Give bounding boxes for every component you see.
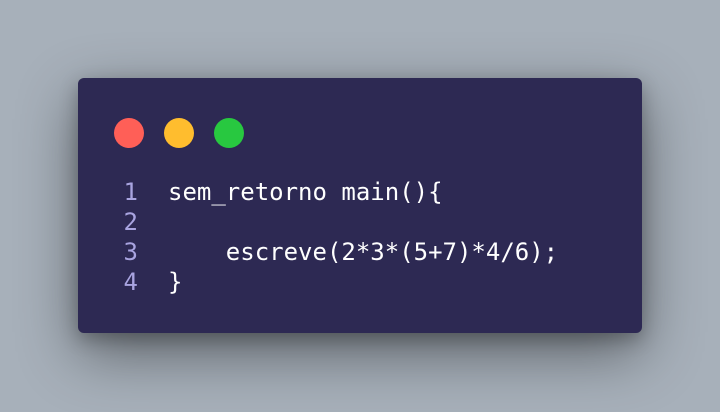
code-line: 1 sem_retorno main(){ [108,177,558,207]
code-line: 2 [108,207,558,237]
code-block: 1 sem_retorno main(){ 2 3 escreve(2*3*(5… [108,177,559,297]
line-number: 2 [123,208,138,236]
line-number: 1 [123,178,138,206]
window-controls [114,118,244,148]
code-line: 4 } [108,267,558,297]
code-text: } [168,268,183,296]
code-text: escreve(2*3*(5+7)*4/6); [168,238,559,266]
line-number: 3 [123,238,138,266]
code-text: sem_retorno main(){ [168,178,443,206]
line-number: 4 [123,268,138,296]
maximize-dot-icon[interactable] [214,118,244,148]
code-window: 1 sem_retorno main(){ 2 3 escreve(2*3*(5… [78,78,642,333]
close-dot-icon[interactable] [114,118,144,148]
minimize-dot-icon[interactable] [164,118,194,148]
code-line: 3 escreve(2*3*(5+7)*4/6); [108,237,559,267]
